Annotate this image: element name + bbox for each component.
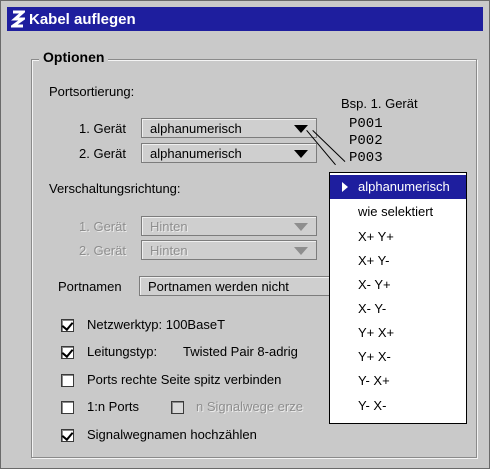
options-group-title: Optionen: [39, 49, 109, 65]
dropdown-item[interactable]: Y+ X-: [330, 345, 466, 369]
example-port: P003: [349, 150, 383, 166]
ports-right-side-checkbox[interactable]: [61, 374, 74, 387]
increment-signal-names-checkbox[interactable]: [61, 428, 74, 442]
port-names-label: Portnamen: [58, 279, 122, 294]
dropdown-item[interactable]: X- Y-: [330, 297, 466, 321]
dropdown-item[interactable]: Y- X+: [330, 369, 466, 393]
network-type-checkbox[interactable]: [61, 318, 74, 332]
title-bar[interactable]: Kabel auflegen: [7, 7, 483, 31]
wiring-direction-label: Verschaltungsrichtung:: [49, 181, 181, 196]
checkmark-icon: [61, 318, 74, 332]
port-sorting-label: Portsortierung:: [49, 84, 135, 99]
dialog-window: Kabel auflegen Optionen Portsortierung: …: [0, 0, 490, 469]
cable-type-checkbox[interactable]: [61, 345, 74, 359]
port-sorting-device1-combo[interactable]: alphanumerisch: [141, 118, 317, 138]
selected-arrow-icon: [342, 182, 348, 192]
checkmark-icon: [61, 345, 74, 359]
increment-signal-names-label: Signalwegnamen hochzählen: [87, 427, 257, 442]
wiring-device2-value: Hinten: [150, 243, 188, 258]
dropdown-item-label: wie selektiert: [358, 204, 434, 219]
dropdown-item-label: Y- X+: [358, 373, 390, 388]
sort-order-dropdown-list[interactable]: alphanumerisch wie selektiert X+ Y+ X+ Y…: [329, 172, 467, 424]
chevron-down-icon[interactable]: [294, 125, 308, 133]
dropdown-item-label: X- Y-: [358, 301, 387, 316]
port-sorting-device2-value: alphanumerisch: [150, 146, 242, 161]
dropdown-item-label: Y+ X+: [358, 325, 395, 340]
chevron-down-icon: [294, 223, 308, 231]
one-to-n-ports-checkbox[interactable]: [61, 401, 74, 414]
n-signal-paths-label: n Signalwege erze: [196, 399, 303, 414]
port-sorting-device1-value: alphanumerisch: [150, 121, 242, 136]
one-to-n-ports-label: 1:n Ports: [87, 399, 140, 414]
dropdown-item-label: alphanumerisch: [358, 179, 450, 194]
dropdown-item-label: X- Y+: [358, 277, 391, 292]
example-port: P002: [349, 133, 383, 149]
app-logo-icon: [8, 10, 28, 28]
window-title: Kabel auflegen: [29, 10, 136, 28]
example-label: Bsp. 1. Gerät: [341, 96, 418, 111]
wiring-device1-value: Hinten: [150, 219, 188, 234]
dropdown-item[interactable]: X+ Y+: [330, 225, 466, 249]
dropdown-item[interactable]: wie selektiert: [330, 200, 466, 224]
example-port: P001: [349, 116, 383, 132]
port-sorting-device1-label: 1. Gerät: [79, 121, 126, 136]
wiring-device1-label: 1. Gerät: [79, 219, 126, 234]
port-names-button-label: Portnamen werden nicht: [148, 279, 289, 294]
dropdown-item[interactable]: X+ Y-: [330, 249, 466, 273]
dropdown-item[interactable]: Y- X-: [330, 394, 466, 418]
port-names-button[interactable]: Portnamen werden nicht: [139, 276, 331, 296]
checkmark-icon: [61, 428, 74, 442]
wiring-device2-label: 2. Gerät: [79, 243, 126, 258]
dropdown-item-label: Y+ X-: [358, 349, 391, 364]
cable-type-label: Leitungstyp:: [87, 344, 158, 359]
chevron-down-icon: [294, 247, 308, 255]
port-sorting-device2-label: 2. Gerät: [79, 146, 126, 161]
port-sorting-device2-combo[interactable]: alphanumerisch: [141, 143, 317, 163]
n-signal-paths-checkbox: [171, 401, 184, 414]
network-type-label: Netzwerktyp: 100BaseT: [87, 317, 226, 332]
dropdown-item-label: Y- X-: [358, 398, 387, 413]
dropdown-item[interactable]: alphanumerisch: [330, 175, 466, 199]
dropdown-item-label: X+ Y-: [358, 253, 390, 268]
wiring-device1-combo: Hinten: [141, 216, 317, 236]
dropdown-item[interactable]: Y+ X+: [330, 321, 466, 345]
cable-type-value: Twisted Pair 8-adrig: [183, 344, 298, 359]
ports-right-side-label: Ports rechte Seite spitz verbinden: [87, 372, 282, 387]
wiring-device2-combo: Hinten: [141, 240, 317, 260]
dropdown-item[interactable]: X- Y+: [330, 273, 466, 297]
chevron-down-icon[interactable]: [294, 150, 308, 158]
dropdown-item-label: X+ Y+: [358, 229, 394, 244]
